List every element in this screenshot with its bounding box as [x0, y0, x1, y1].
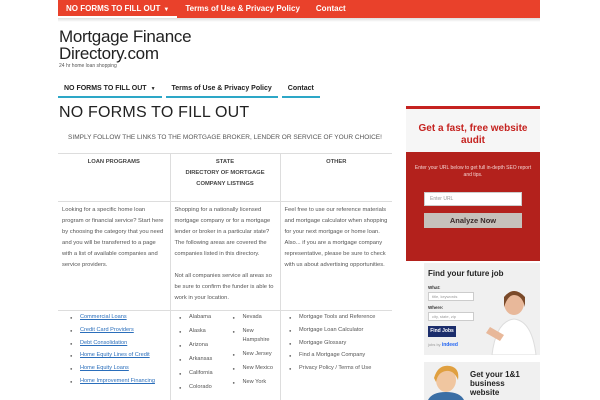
- loan-program-link[interactable]: Home Equity Lines of Credit: [80, 352, 150, 358]
- top-nav-no-forms[interactable]: NO FORMS TO FILL OUT ▼: [58, 0, 178, 18]
- loan-program-link[interactable]: Debt Consolidation: [80, 340, 127, 346]
- state-link[interactable]: California: [179, 369, 227, 378]
- hosting-ad-text: Get your 1&1 business website: [470, 370, 520, 397]
- person-illustration: [486, 291, 537, 355]
- chevron-down-icon: ▼: [150, 86, 156, 92]
- site-tagline: 24 hr home loan shopping: [59, 63, 117, 69]
- other-description: Feel free to use our reference materials…: [279, 201, 392, 311]
- states-list-b: Nevada New Hampshire New Jersey New Mexi…: [233, 313, 281, 400]
- directory-links: Commercial Loans Credit Card Providers D…: [58, 310, 392, 400]
- header-other: OTHER: [279, 153, 392, 202]
- header-loan-programs: LOAN PROGRAMS: [58, 153, 170, 202]
- nav-contact[interactable]: Contact: [281, 80, 320, 98]
- header-state-subtitle: DIRECTORY OF MORTGAGE COMPANY LISTINGS: [185, 170, 265, 187]
- top-nav-menu: NO FORMS TO FILL OUT ▼ Terms of Use & Pri…: [58, 0, 540, 18]
- page-title: NO FORMS TO FILL OUT: [59, 104, 250, 121]
- top-nav-no-forms-label: NO FORMS TO FILL OUT: [66, 4, 161, 13]
- table-header-row: LOAN PROGRAMS STATE DIRECTORY OF MORTGAG…: [58, 153, 392, 202]
- main-navigation: NO FORMS TO FILL OUT ▼ Terms of Use & Pri…: [58, 80, 320, 98]
- list-item: Home Equity Lines of Credit: [70, 351, 170, 360]
- top-nav-terms[interactable]: Terms of Use & Privacy Policy: [177, 0, 308, 18]
- state-link[interactable]: New Mexico: [233, 364, 281, 373]
- job-search-ad: Find your future job What: title, keywor…: [424, 263, 540, 355]
- job-what-input[interactable]: title, keywords: [428, 292, 474, 301]
- directory-table: LOAN PROGRAMS STATE DIRECTORY OF MORTGAG…: [58, 153, 392, 311]
- state-link[interactable]: New York: [233, 378, 281, 387]
- state-link[interactable]: Alaska: [179, 327, 227, 336]
- analyze-now-button[interactable]: Analyze Now: [424, 213, 522, 228]
- site-title[interactable]: Mortgage Finance Directory.com: [59, 28, 229, 62]
- list-item: Commercial Loans: [70, 313, 170, 322]
- other-link[interactable]: Find a Mortgage Company: [289, 351, 392, 360]
- state-description-p1: Shopping for a nationally licensed mortg…: [174, 207, 271, 257]
- top-nav-contact-label: Contact: [315, 4, 346, 13]
- list-item: Credit Card Providers: [70, 326, 170, 335]
- chevron-down-icon: ▼: [163, 7, 170, 13]
- other-column: Mortgage Tools and Reference Mortgage Lo…: [280, 311, 392, 400]
- audit-title: Get a fast, free website audit: [418, 123, 528, 146]
- job-where-label: Where:: [428, 305, 444, 310]
- find-jobs-button[interactable]: Find Jobs: [428, 326, 456, 337]
- state-link[interactable]: New Jersey: [233, 350, 281, 359]
- states-column: Alabama Alaska Arizona Arkansas Californ…: [170, 311, 280, 400]
- jobs-by-label: jobs by: [428, 342, 441, 347]
- other-list: Mortgage Tools and Reference Mortgage Lo…: [289, 313, 392, 373]
- audit-form: Enter your URL below to get full in-dept…: [406, 152, 540, 261]
- person-image: [428, 365, 464, 400]
- audit-url-input[interactable]: Enter URL: [424, 192, 522, 206]
- top-nav-shadow: [58, 18, 540, 22]
- state-link[interactable]: Alabama: [179, 313, 227, 322]
- state-link[interactable]: Nevada: [233, 313, 281, 322]
- jobs-by-credit: jobs by indeed: [428, 342, 458, 348]
- indeed-logo: indeed: [441, 342, 458, 348]
- nav-terms[interactable]: Terms of Use & Privacy Policy: [165, 80, 278, 98]
- state-description: Shopping for a nationally licensed mortg…: [169, 201, 280, 311]
- state-link[interactable]: Colorado: [179, 383, 227, 392]
- hosting-ad[interactable]: Get your 1&1 business website: [424, 362, 540, 400]
- other-link[interactable]: Mortgage Tools and Reference: [289, 313, 392, 322]
- intro-text: SIMPLY FOLLOW THE LINKS TO THE MORTGAGE …: [68, 134, 382, 141]
- loan-programs-description: Looking for a specific home loan program…: [58, 201, 170, 311]
- loan-programs-list: Commercial Loans Credit Card Providers D…: [70, 313, 170, 386]
- table-row: Looking for a specific home loan program…: [58, 201, 392, 311]
- list-item: Home Improvement Financing: [70, 377, 170, 386]
- state-link[interactable]: Arizona: [179, 341, 227, 350]
- nav-no-forms[interactable]: NO FORMS TO FILL OUT ▼: [58, 80, 162, 98]
- loan-program-link[interactable]: Home Improvement Financing: [80, 378, 155, 384]
- nav-contact-label: Contact: [287, 85, 314, 92]
- job-where-input[interactable]: city, state, zip: [428, 312, 474, 321]
- nav-no-forms-label: NO FORMS TO FILL OUT: [64, 85, 147, 92]
- other-link[interactable]: Mortgage Glossary: [289, 339, 392, 348]
- state-link[interactable]: Arkansas: [179, 355, 227, 364]
- states-list-a: Alabama Alaska Arizona Arkansas Californ…: [179, 313, 227, 400]
- audit-description: Enter your URL below to get full in-dept…: [414, 165, 532, 178]
- other-link[interactable]: Privacy Policy / Terms of Use: [289, 364, 392, 373]
- header-state: STATE DIRECTORY OF MORTGAGE COMPANY LIST…: [169, 153, 280, 202]
- loan-program-link[interactable]: Home Equity Loans: [80, 365, 129, 371]
- list-item: Debt Consolidation: [70, 339, 170, 348]
- state-link[interactable]: New Hampshire: [233, 327, 281, 345]
- top-nav-terms-label: Terms of Use & Privacy Policy: [185, 4, 300, 13]
- job-what-label: What:: [428, 285, 441, 290]
- header-state-title: STATE: [215, 159, 235, 165]
- other-link[interactable]: Mortgage Loan Calculator: [289, 326, 392, 335]
- website-audit-widget: Get a fast, free website audit Enter you…: [406, 106, 540, 261]
- job-ad-title: Find your future job: [428, 269, 504, 278]
- top-nav-contact[interactable]: Contact: [308, 0, 354, 18]
- loan-program-link[interactable]: Commercial Loans: [80, 314, 127, 320]
- list-item: Home Equity Loans: [70, 364, 170, 373]
- top-navigation-bar: NO FORMS TO FILL OUT ▼ Terms of Use & Pri…: [0, 0, 600, 22]
- state-description-p2: Not all companies service all areas so b…: [174, 273, 274, 301]
- nav-terms-label: Terms of Use & Privacy Policy: [171, 85, 272, 92]
- loan-programs-column: Commercial Loans Credit Card Providers D…: [58, 311, 170, 400]
- loan-program-link[interactable]: Credit Card Providers: [80, 327, 134, 333]
